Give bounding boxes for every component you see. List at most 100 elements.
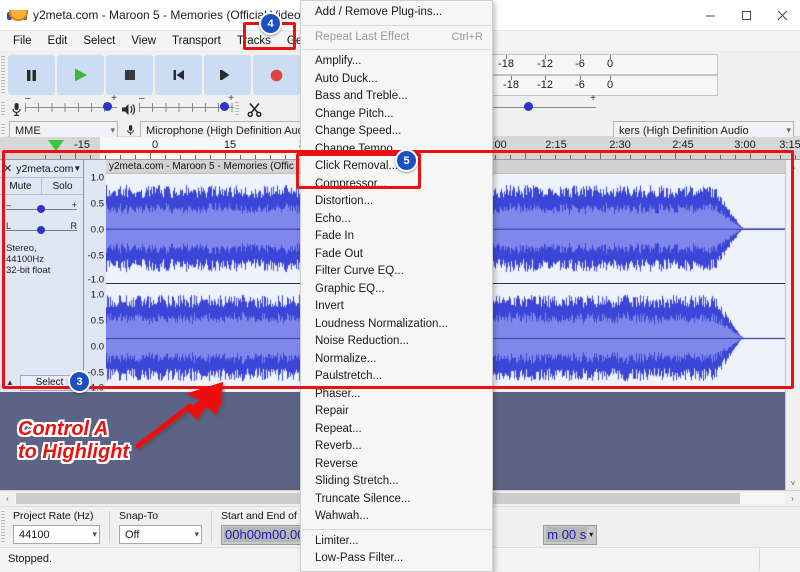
transport-toolbar-grip[interactable] xyxy=(0,52,7,98)
menu-edit[interactable]: Edit xyxy=(40,33,76,49)
recording-volume-slider[interactable]: –+ xyxy=(25,98,117,116)
pause-button[interactable] xyxy=(8,55,55,95)
close-button[interactable] xyxy=(764,0,800,30)
selection-end-time-field[interactable]: m 00 s ▾ xyxy=(543,525,597,545)
effect-menu-item[interactable]: Amplify... xyxy=(301,53,492,71)
menu-transport[interactable]: Transport xyxy=(164,33,229,49)
selection-end-value: m 00 s xyxy=(546,527,587,542)
play-tick--6: -6 xyxy=(575,79,585,91)
snap-to-group: Snap-To Off ▾ xyxy=(113,507,208,547)
transport-toolbar xyxy=(7,52,347,98)
stop-button[interactable] xyxy=(106,55,153,95)
effect-menu-item-label: Reverb... xyxy=(315,440,362,452)
effect-menu-item[interactable]: Bass and Treble... xyxy=(301,88,492,106)
menu-separator xyxy=(302,529,491,530)
effect-menu-item-label: Phaser... xyxy=(315,388,360,400)
record-button[interactable] xyxy=(253,55,300,95)
mixer-toolbar-grip[interactable] xyxy=(0,98,7,120)
menu-separator xyxy=(302,49,491,50)
effect-menu-item[interactable]: Reverb... xyxy=(301,438,492,456)
effect-menu-item[interactable]: Repair xyxy=(301,403,492,421)
snap-to-label: Snap-To xyxy=(119,510,202,522)
ruler-tick xyxy=(795,155,796,159)
rec-tick--12: -12 xyxy=(537,58,553,70)
highlight-box-selected-track xyxy=(2,150,794,389)
time-chevron-icon[interactable]: ▾ xyxy=(587,530,594,539)
snap-to-value: Off xyxy=(125,529,139,541)
recording-device-value: Microphone (High Definition Aud xyxy=(146,125,304,137)
effect-menu-item[interactable]: Change Pitch... xyxy=(301,106,492,124)
effect-menu-item-label: Low-Pass Filter... xyxy=(315,552,403,564)
speaker-icon xyxy=(117,98,139,120)
project-rate-group: Project Rate (Hz) 44100 ▾ xyxy=(7,507,106,547)
effect-menu-item-label: Auto Duck... xyxy=(315,73,378,85)
skip-to-end-button[interactable] xyxy=(204,55,251,95)
effect-menu-item-label: Repeat... xyxy=(315,423,362,435)
effect-menu-item[interactable]: Change Speed... xyxy=(301,123,492,141)
project-rate-label: Project Rate (Hz) xyxy=(13,510,100,522)
menu-file[interactable]: File xyxy=(5,33,40,49)
rec-tick--18: -18 xyxy=(498,58,514,70)
playback-device-value: kers (High Definition Audio xyxy=(619,125,749,137)
window-controls xyxy=(692,0,800,30)
callout-line-1: Control A xyxy=(18,418,129,441)
step-badge-3: 3 xyxy=(68,370,91,393)
play-tick--18: -18 xyxy=(503,79,519,91)
callout-arrow-icon xyxy=(130,380,240,455)
play-tick-0: 0 xyxy=(607,79,613,91)
effect-menu-item-label: Change Speed... xyxy=(315,125,401,137)
snap-to-select[interactable]: Off ▾ xyxy=(119,525,202,544)
effect-menu-item[interactable]: Add / Remove Plug-ins... xyxy=(301,4,492,22)
effect-menu-item[interactable]: Reverse xyxy=(301,456,492,474)
effect-menu-item-label: Limiter... xyxy=(315,535,358,547)
scroll-down-arrow-icon[interactable]: ˅ xyxy=(786,476,800,490)
step-badge-4: 4 xyxy=(259,12,282,35)
effect-menu-item-label: Add / Remove Plug-ins... xyxy=(315,6,442,18)
effect-menu-item-label: Repeat Last Effect xyxy=(315,31,409,43)
effect-menu-item-label: Wahwah... xyxy=(315,510,369,522)
menu-select[interactable]: Select xyxy=(75,33,123,49)
effect-menu-item-label: Sliding Stretch... xyxy=(315,475,399,487)
skip-to-start-button[interactable] xyxy=(155,55,202,95)
audacity-logo-icon xyxy=(8,7,26,23)
effect-menu-item-label: Change Pitch... xyxy=(315,108,394,120)
effect-menu-item-label: Bass and Treble... xyxy=(315,90,408,102)
effect-menu-item-shortcut: Ctrl+R xyxy=(452,29,483,47)
selection-toolbar-grip[interactable] xyxy=(0,507,7,547)
effect-menu-item: Repeat Last Effect Ctrl+R xyxy=(301,29,492,47)
audio-host-value: MME xyxy=(15,125,41,137)
playback-volume-slider[interactable]: –+ xyxy=(139,98,234,116)
effect-menu-item[interactable]: Sliding Stretch... xyxy=(301,473,492,491)
audacity-window: y2meta.com - Maroon 5 - Memories (Offici… xyxy=(0,0,800,548)
playback-speed-slider[interactable]: –+ xyxy=(486,98,596,116)
effect-menu-item[interactable]: Wahwah... xyxy=(301,508,492,526)
scroll-right-arrow-icon[interactable]: › xyxy=(785,494,800,503)
project-rate-select[interactable]: 44100 ▾ xyxy=(13,525,100,544)
effect-menu-item-label: Reverse xyxy=(315,458,358,470)
rec-tick-0: 0 xyxy=(607,58,613,70)
microphone-icon xyxy=(7,98,25,120)
menu-view[interactable]: View xyxy=(123,33,164,49)
callout-line-2: to Highlight xyxy=(18,441,129,464)
maximize-button[interactable] xyxy=(728,0,764,30)
scroll-left-arrow-icon[interactable]: ‹ xyxy=(0,494,15,503)
effect-menu-item[interactable]: Repeat... xyxy=(301,421,492,439)
chevron-down-icon: ▾ xyxy=(188,529,199,540)
cut-icon[interactable] xyxy=(241,98,267,120)
play-tick--12: -12 xyxy=(537,79,553,91)
minimize-button[interactable] xyxy=(692,0,728,30)
play-button[interactable] xyxy=(57,55,104,95)
chevron-down-icon: ▾ xyxy=(86,529,97,540)
effect-menu-item[interactable]: Low-Pass Filter... xyxy=(301,550,492,568)
rec-tick--6: -6 xyxy=(575,58,585,70)
effect-menu-item[interactable]: Truncate Silence... xyxy=(301,491,492,509)
effect-menu-item-label: Repair xyxy=(315,405,349,417)
callout-text: Control A to Highlight xyxy=(18,418,129,464)
effect-menu-item-label: Truncate Silence... xyxy=(315,493,410,505)
menu-separator xyxy=(302,25,491,26)
chevron-down-icon: ▾ xyxy=(780,125,791,136)
effect-menu-item[interactable]: Auto Duck... xyxy=(301,71,492,89)
project-rate-value: 44100 xyxy=(19,529,50,541)
effect-menu-item[interactable]: Limiter... xyxy=(301,533,492,551)
edit-toolbar-grip[interactable] xyxy=(234,98,241,120)
